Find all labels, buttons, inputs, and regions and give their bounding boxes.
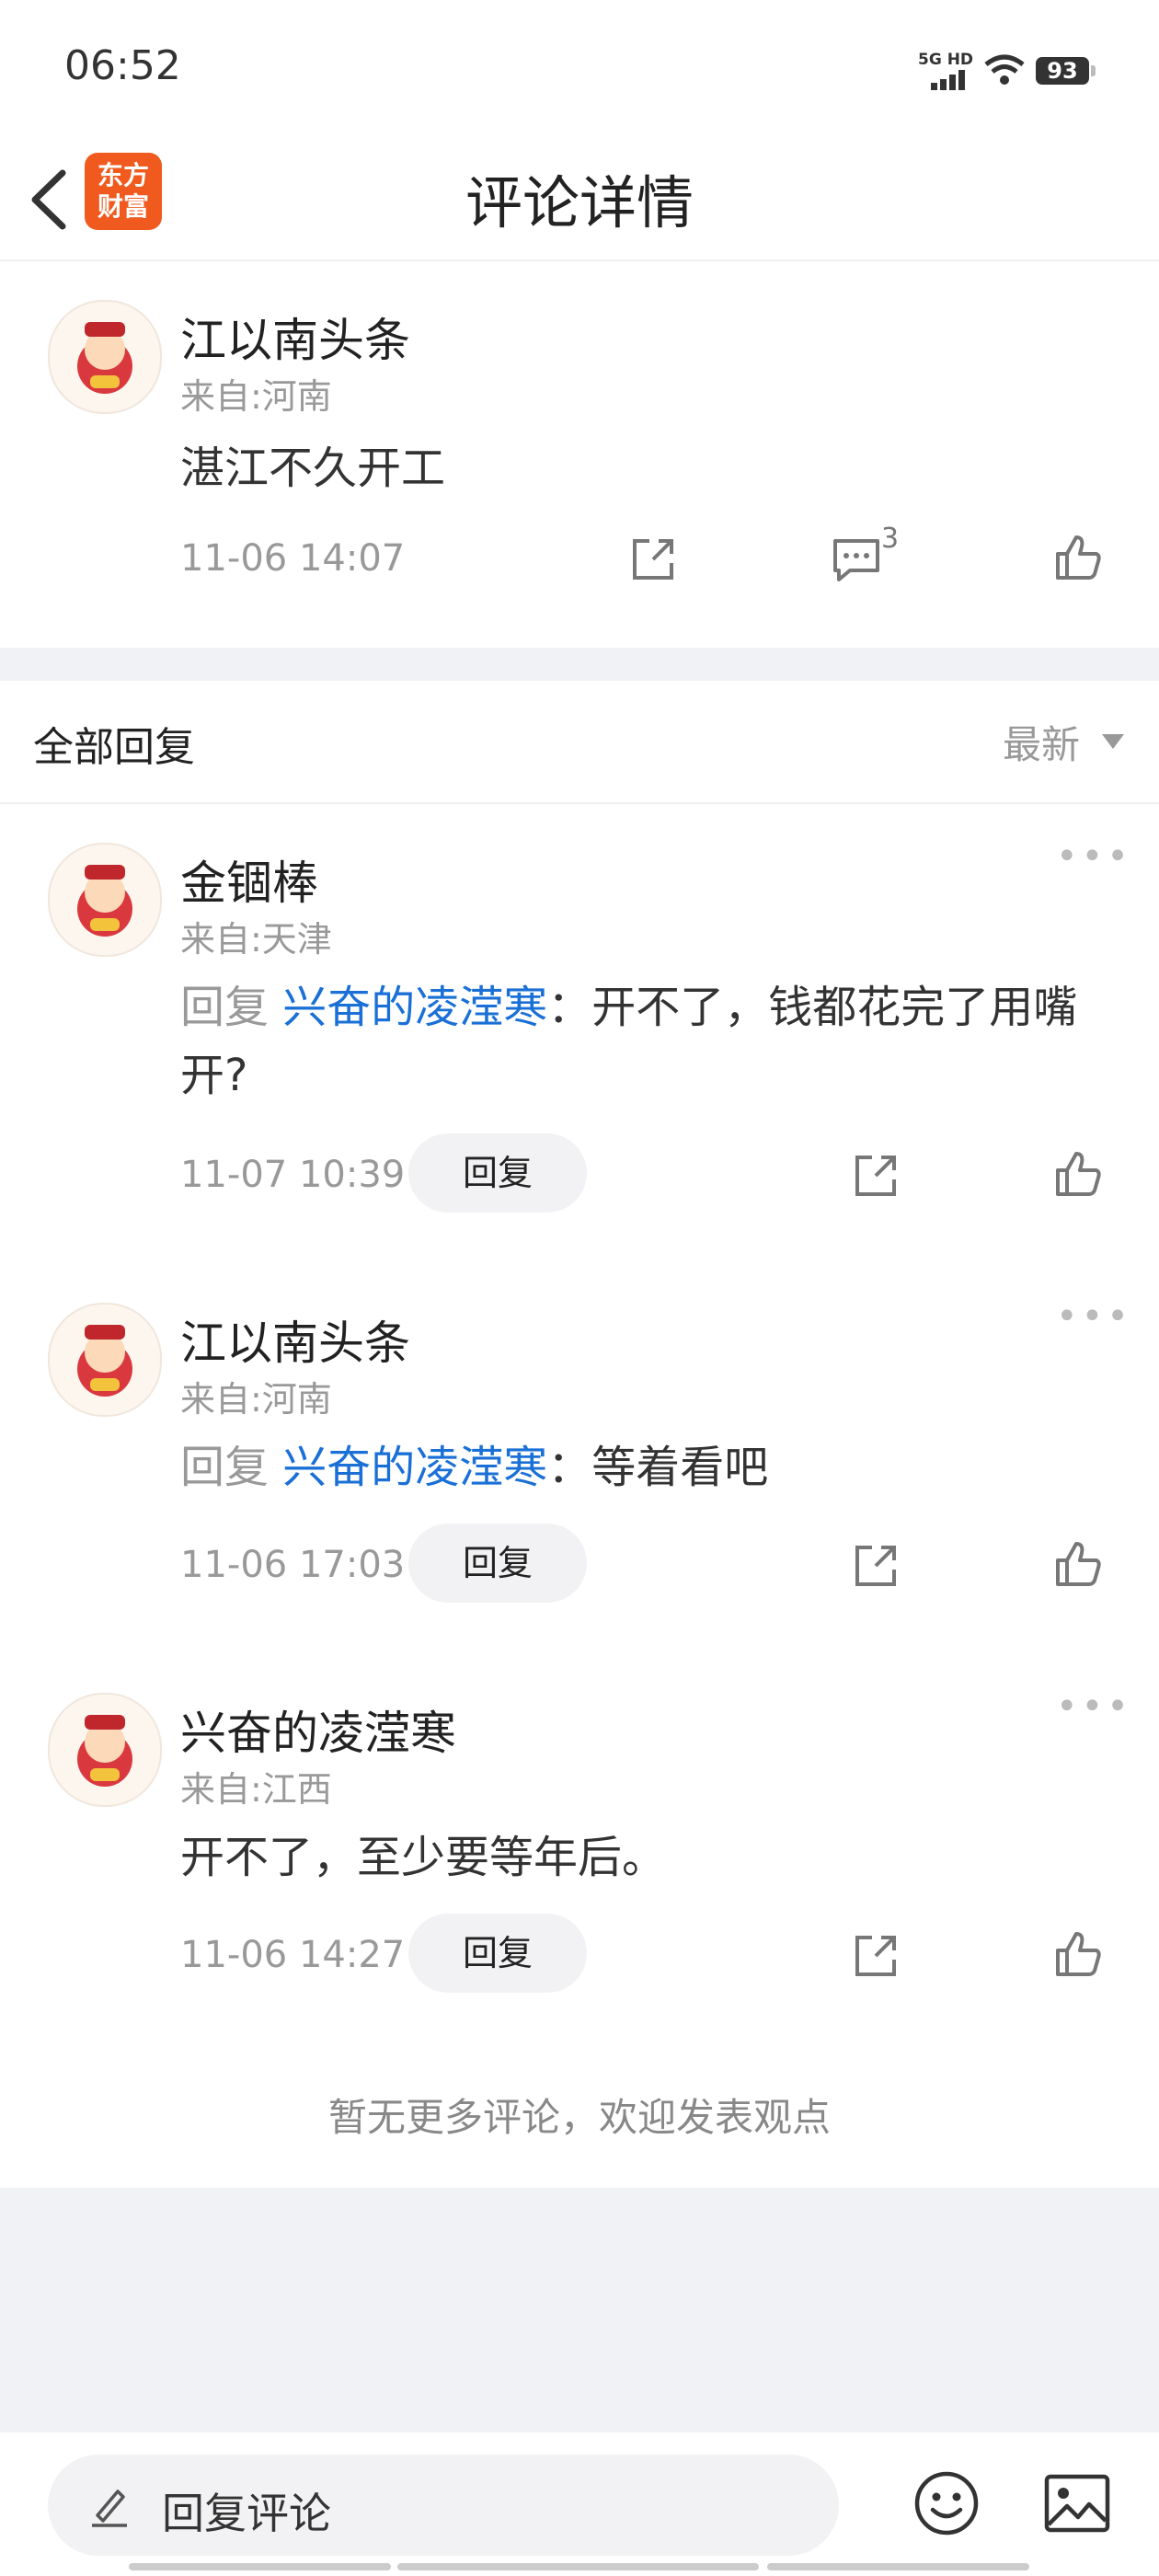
caret-down-icon[interactable] xyxy=(1102,734,1124,749)
more-icon[interactable]: ••• xyxy=(1056,835,1132,878)
reply-content: ：等着看吧 xyxy=(547,1442,769,1493)
page-title: 评论详情 xyxy=(465,169,694,236)
author-name[interactable]: 江以南头条 xyxy=(180,304,410,370)
comment-text: 湛江不久开工 xyxy=(180,443,446,494)
app-logo[interactable]: 东方 财富 xyxy=(85,153,162,230)
comment-time: 11-06 14:07 xyxy=(180,537,406,580)
reply-content: 开不了，至少要等年后。 xyxy=(180,1832,667,1883)
status-bar: 06:52 5G HD 93 xyxy=(0,0,1159,138)
gesture-bar xyxy=(129,2563,391,2570)
reply-text: 开不了，至少要等年后。 xyxy=(180,1823,1119,1892)
reply-input[interactable]: 回复评论 xyxy=(48,2455,839,2556)
main-comment: 江以南头条 来自:河南 湛江不久开工 11-06 14:07 3 xyxy=(0,261,1159,648)
reply-input-placeholder: 回复评论 xyxy=(162,2489,331,2538)
reply-time: 11-07 10:39 xyxy=(180,1154,406,1196)
reply-item: 金锢棒 来自:天津 ••• 回复 兴奋的凌滢寒：开不了，钱都花完了用嘴开? 11… xyxy=(0,804,1159,1264)
emoji-icon[interactable] xyxy=(912,2469,981,2537)
avatar-icon xyxy=(77,1325,132,1397)
no-more-hint: 暂无更多评论，欢迎发表观点 xyxy=(327,2095,831,2140)
reply-button[interactable]: 回复 xyxy=(408,1914,587,1993)
signal-icon xyxy=(931,70,965,90)
like-icon[interactable] xyxy=(1052,532,1104,583)
logo-line2: 财富 xyxy=(97,191,149,222)
battery-cap xyxy=(1091,65,1096,76)
author-location: 来自:江西 xyxy=(180,1769,332,1810)
share-icon[interactable] xyxy=(850,1930,901,1982)
reply-time: 11-06 17:03 xyxy=(180,1544,406,1586)
mention-link[interactable]: 兴奋的凌滢寒 xyxy=(282,982,547,1033)
reply-prefix: 回复 xyxy=(180,1442,283,1493)
network-label: 5G HD xyxy=(918,51,974,69)
author-name[interactable]: 兴奋的凌滢寒 xyxy=(180,1696,456,1763)
reply-item: 兴奋的凌滢寒 来自:江西 ••• 开不了，至少要等年后。 11-06 14:27… xyxy=(0,1650,1159,2037)
replies-header: 全部回复 最新 xyxy=(0,681,1159,804)
author-location: 来自:河南 xyxy=(180,1379,332,1420)
reply-text: 回复 兴奋的凌滢寒：等着看吧 xyxy=(180,1433,1119,1501)
like-icon[interactable] xyxy=(1052,1538,1104,1590)
avatar-icon xyxy=(77,1715,132,1787)
avatar[interactable] xyxy=(48,1303,162,1417)
battery-level: 93 xyxy=(1036,57,1089,85)
reply-button[interactable]: 回复 xyxy=(408,1524,587,1603)
status-time: 06:52 xyxy=(64,42,181,89)
share-icon[interactable] xyxy=(850,1150,901,1202)
logo-line1: 东方 xyxy=(97,160,149,190)
image-icon[interactable] xyxy=(1043,2473,1111,2534)
back-icon[interactable] xyxy=(22,158,77,241)
replies-title: 全部回复 xyxy=(33,724,195,771)
gesture-bar xyxy=(767,2563,1029,2570)
comment-count: 3 xyxy=(881,523,900,555)
avatar[interactable] xyxy=(48,1693,162,1807)
top-nav: 东方 财富 评论详情 xyxy=(0,138,1159,261)
reply-text: 回复 兴奋的凌滢寒：开不了，钱都花完了用嘴开? xyxy=(180,973,1119,1110)
like-icon[interactable] xyxy=(1052,1928,1104,1980)
avatar-icon xyxy=(77,865,132,937)
author-name[interactable]: 金锢棒 xyxy=(180,846,318,913)
like-icon[interactable] xyxy=(1052,1148,1104,1200)
reply-time: 11-06 14:27 xyxy=(180,1934,406,1976)
reply-list: 金锢棒 来自:天津 ••• 回复 兴奋的凌滢寒：开不了，钱都花完了用嘴开? 11… xyxy=(0,804,1159,2188)
bottom-bar: 回复评论 xyxy=(0,2432,1159,2576)
author-name[interactable]: 江以南头条 xyxy=(180,1306,410,1373)
comment-icon[interactable] xyxy=(830,534,883,585)
reply-item: 江以南头条 来自:河南 ••• 回复 兴奋的凌滢寒：等着看吧 11-06 17:… xyxy=(0,1264,1159,1650)
avatar[interactable] xyxy=(48,300,162,414)
avatar-icon xyxy=(77,322,132,394)
reply-button[interactable]: 回复 xyxy=(408,1133,587,1213)
share-icon[interactable] xyxy=(850,1540,901,1592)
more-icon[interactable]: ••• xyxy=(1056,1295,1132,1338)
reply-prefix: 回复 xyxy=(180,982,283,1033)
mention-link[interactable]: 兴奋的凌滢寒 xyxy=(282,1442,547,1493)
author-location: 来自:河南 xyxy=(180,376,332,417)
share-icon[interactable] xyxy=(627,534,679,585)
more-icon[interactable]: ••• xyxy=(1056,1685,1132,1728)
author-location: 来自:天津 xyxy=(180,919,332,960)
gesture-bar xyxy=(397,2563,759,2570)
sort-dropdown[interactable]: 最新 xyxy=(1003,714,1080,770)
pencil-icon xyxy=(92,2490,127,2527)
avatar[interactable] xyxy=(48,843,162,957)
wifi-icon xyxy=(984,54,1025,85)
